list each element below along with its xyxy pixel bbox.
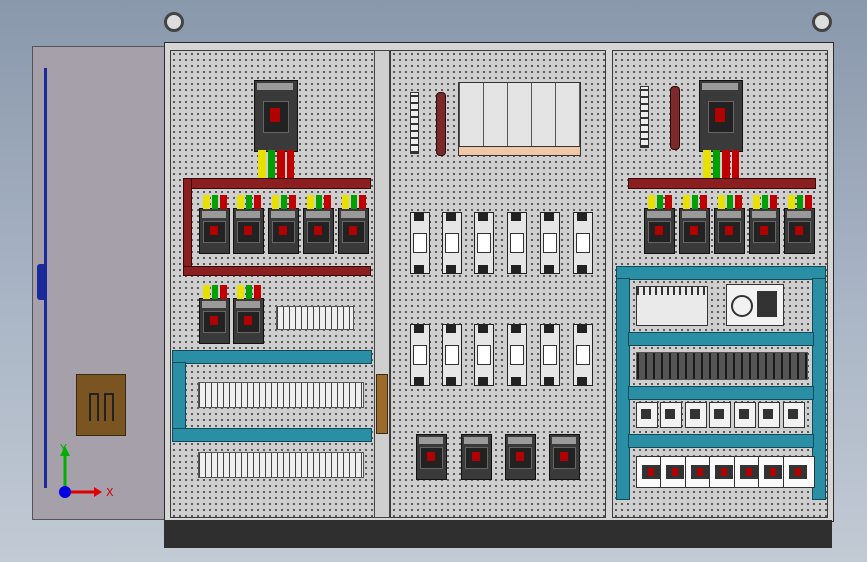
- hinge-bracket: [376, 374, 388, 434]
- branch-breaker[interactable]: [338, 195, 369, 254]
- fuse-holder[interactable]: [442, 324, 462, 386]
- fuse-holder[interactable]: [573, 212, 593, 274]
- relay[interactable]: [636, 402, 658, 428]
- bottom-breaker[interactable]: [549, 434, 580, 480]
- main-breaker-left[interactable]: [254, 80, 298, 152]
- branch-breaker[interactable]: [644, 195, 675, 254]
- fuse-holder[interactable]: [474, 212, 494, 274]
- wire-duct: [172, 350, 372, 364]
- contactor[interactable]: [783, 456, 815, 488]
- branch-breaker[interactable]: [714, 195, 745, 254]
- plc-module[interactable]: [636, 286, 708, 326]
- neutral-bar: [436, 92, 446, 156]
- ground-bar: [640, 86, 649, 148]
- fuse-holder[interactable]: [540, 212, 560, 274]
- fuse-holder[interactable]: [507, 324, 527, 386]
- terminal-block-small: [276, 306, 354, 330]
- door-pocket[interactable]: [76, 374, 126, 436]
- busbar-top-left: [183, 178, 371, 189]
- ground-bar: [410, 92, 419, 154]
- wire-duct: [172, 428, 372, 442]
- axis-triad: Y X: [59, 442, 114, 499]
- busbar-bottom-left: [183, 266, 371, 276]
- relay[interactable]: [758, 402, 780, 428]
- main-feed-bars-left: [258, 150, 294, 180]
- x-axis-label: X: [106, 486, 114, 499]
- relay[interactable]: [783, 402, 805, 428]
- branch-breaker[interactable]: [679, 195, 710, 254]
- lifting-eye-right: [812, 12, 832, 32]
- cabinet-plinth: [164, 520, 832, 548]
- busbar-vertical-left: [183, 178, 192, 276]
- branch-breaker[interactable]: [199, 195, 230, 254]
- bottom-breaker[interactable]: [505, 434, 536, 480]
- busbar-top-right: [628, 178, 816, 189]
- lower-breaker[interactable]: [199, 285, 230, 344]
- relay[interactable]: [660, 402, 682, 428]
- rail-base: [458, 146, 581, 156]
- mounting-rail: [458, 82, 581, 150]
- hinge-post: [374, 50, 390, 518]
- relay[interactable]: [685, 402, 707, 428]
- lifting-eye-left: [164, 12, 184, 32]
- fuse-holder[interactable]: [474, 324, 494, 386]
- main-feed-bars-right: [703, 150, 739, 180]
- relay[interactable]: [734, 402, 756, 428]
- main-breaker-right[interactable]: [699, 80, 743, 152]
- fuse-holder[interactable]: [507, 212, 527, 274]
- wire-duct: [628, 386, 814, 400]
- wire-duct: [172, 362, 186, 430]
- x-axis-arrow: [94, 487, 102, 497]
- branch-breaker[interactable]: [303, 195, 334, 254]
- fuse-holder[interactable]: [573, 324, 593, 386]
- wire-duct: [628, 332, 814, 346]
- branch-breaker[interactable]: [784, 195, 815, 254]
- wire-duct: [616, 266, 826, 280]
- door-latch[interactable]: [37, 264, 46, 300]
- z-axis-dot: [59, 486, 71, 498]
- branch-breaker[interactable]: [268, 195, 299, 254]
- power-supply[interactable]: [726, 284, 784, 326]
- terminal-row: [198, 452, 364, 478]
- relay[interactable]: [709, 402, 731, 428]
- terminal-strip: [636, 352, 808, 380]
- fuse-holder[interactable]: [442, 212, 462, 274]
- fuse-holder[interactable]: [410, 212, 430, 274]
- bottom-breaker[interactable]: [461, 434, 492, 480]
- lower-breaker[interactable]: [233, 285, 264, 344]
- branch-breaker[interactable]: [749, 195, 780, 254]
- fan-icon: [731, 295, 753, 317]
- wire-duct: [628, 434, 814, 448]
- y-axis-label: Y: [59, 442, 67, 455]
- fuse-holder[interactable]: [410, 324, 430, 386]
- neutral-bar: [670, 86, 680, 150]
- fuse-holder[interactable]: [540, 324, 560, 386]
- branch-breaker[interactable]: [233, 195, 264, 254]
- bottom-breaker[interactable]: [416, 434, 447, 480]
- terminal-row: [198, 382, 364, 408]
